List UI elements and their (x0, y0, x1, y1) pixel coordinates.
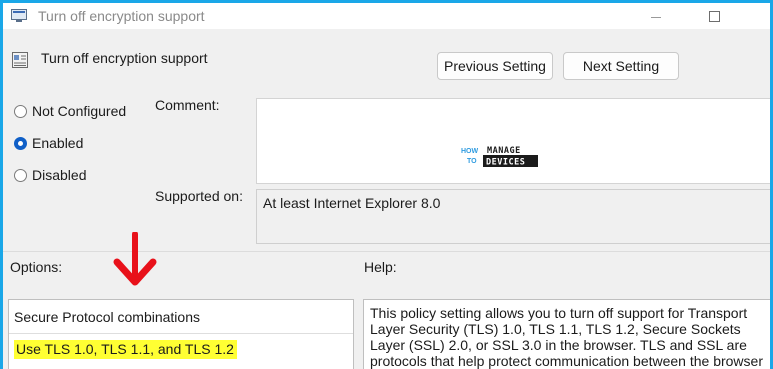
options-label: Options: (10, 259, 63, 275)
logo-text-to: TO (467, 158, 477, 165)
help-panel: This policy setting allows you to turn o… (363, 299, 770, 369)
logo-text-how: HOW (461, 148, 479, 155)
radio-disabled[interactable]: Disabled (14, 167, 86, 183)
comment-label: Comment: (155, 97, 220, 113)
secure-protocol-dropdown[interactable]: Use TLS 1.0, TLS 1.1, and TLS 1.2 (9, 333, 353, 364)
logo-text-manage: MANAGE (487, 146, 521, 156)
secure-protocol-combinations-label: Secure Protocol combinations (14, 309, 200, 325)
minimize-button[interactable] (633, 3, 679, 29)
supported-on-value: At least Internet Explorer 8.0 (263, 195, 441, 211)
options-panel: Secure Protocol combinations Use TLS 1.0… (8, 299, 354, 369)
radio-label: Disabled (32, 167, 87, 183)
help-text: This policy setting allows you to turn o… (370, 305, 763, 369)
minimize-icon (651, 16, 661, 18)
radio-button[interactable] (14, 168, 27, 182)
red-down-arrow-annotation (113, 232, 157, 286)
radio-not-configured[interactable]: Not Configured (14, 103, 126, 119)
supported-on-box: At least Internet Explorer 8.0 (256, 189, 770, 244)
radio-enabled[interactable]: Enabled (14, 135, 83, 151)
title-bar: Turn off encryption support (3, 3, 770, 29)
radio-button[interactable] (14, 104, 27, 118)
logo-text-devices: DEVICES (486, 158, 525, 168)
radio-label: Not Configured (32, 103, 127, 119)
radio-button-selected[interactable] (14, 136, 27, 150)
maximize-icon (708, 10, 720, 22)
setting-title: Turn off encryption support (41, 50, 208, 66)
next-setting-button[interactable]: Next Setting (563, 52, 679, 80)
radio-label: Enabled (32, 135, 84, 151)
maximize-button[interactable] (691, 3, 737, 29)
policy-setting-icon (11, 9, 27, 22)
window-title: Turn off encryption support (38, 8, 205, 24)
selected-protocol-value: Use TLS 1.0, TLS 1.1, and TLS 1.2 (14, 339, 237, 359)
previous-setting-button[interactable]: Previous Setting (437, 52, 553, 80)
how-to-manage-devices-logo: HOW TO MANAGE DEVICES (461, 146, 538, 168)
policy-editor-window: Turn off encryption support Turn off enc… (3, 3, 770, 369)
policy-setting-icon (12, 52, 28, 68)
help-label: Help: (364, 259, 397, 275)
supported-on-label: Supported on: (155, 188, 243, 204)
